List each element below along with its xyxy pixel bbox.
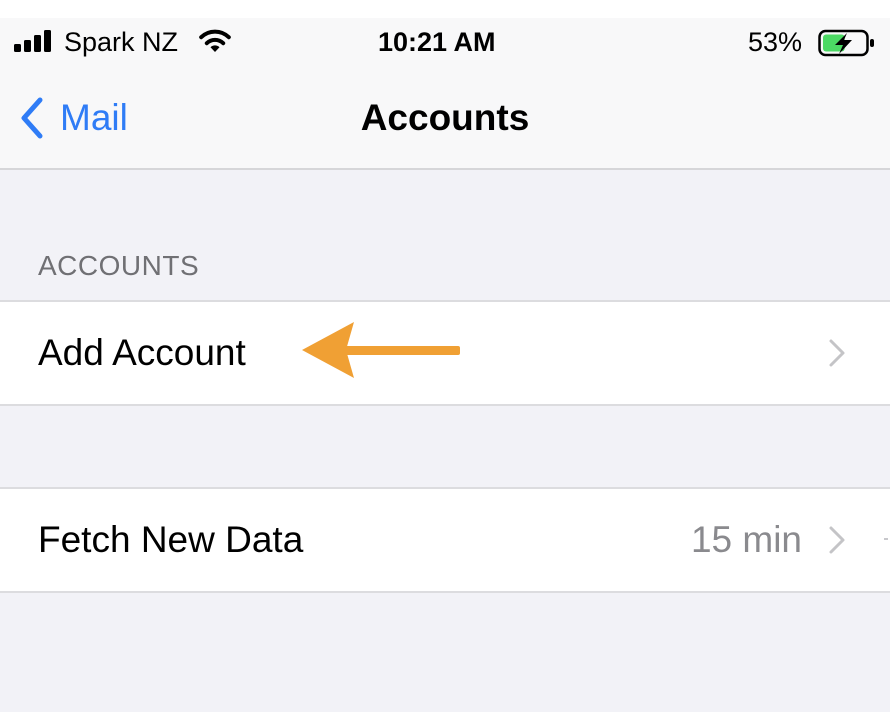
section-header-accounts: ACCOUNTS xyxy=(38,250,200,281)
fetch-new-data-label: Fetch New Data xyxy=(38,519,304,560)
chevron-right-icon xyxy=(829,526,845,554)
page-title: Accounts xyxy=(360,97,530,138)
fetch-new-data-cell[interactable]: Fetch New Data 15 min xyxy=(0,487,890,593)
carrier-name: Spark NZ xyxy=(64,27,179,57)
settings-screen: Spark NZ 10:21 AM 53% Mail Accounts ACCO… xyxy=(0,0,890,712)
top-margin xyxy=(0,0,890,18)
fetch-new-data-value: 15 min xyxy=(690,519,802,560)
wifi-icon xyxy=(199,29,231,52)
cellular-signal-icon xyxy=(14,30,51,52)
status-bar: Spark NZ 10:21 AM 53% xyxy=(0,18,890,66)
chevron-right-icon xyxy=(829,339,845,367)
status-time: 10:21 AM xyxy=(378,27,496,57)
battery-charging-icon xyxy=(818,29,874,57)
navigation-bar: Mail Accounts xyxy=(0,80,890,156)
add-account-label: Add Account xyxy=(38,332,246,373)
header: Spark NZ 10:21 AM 53% Mail Accounts xyxy=(0,18,890,170)
divider xyxy=(884,538,888,540)
battery-percentage: 53% xyxy=(748,27,803,57)
arrow-left-icon xyxy=(302,322,460,378)
